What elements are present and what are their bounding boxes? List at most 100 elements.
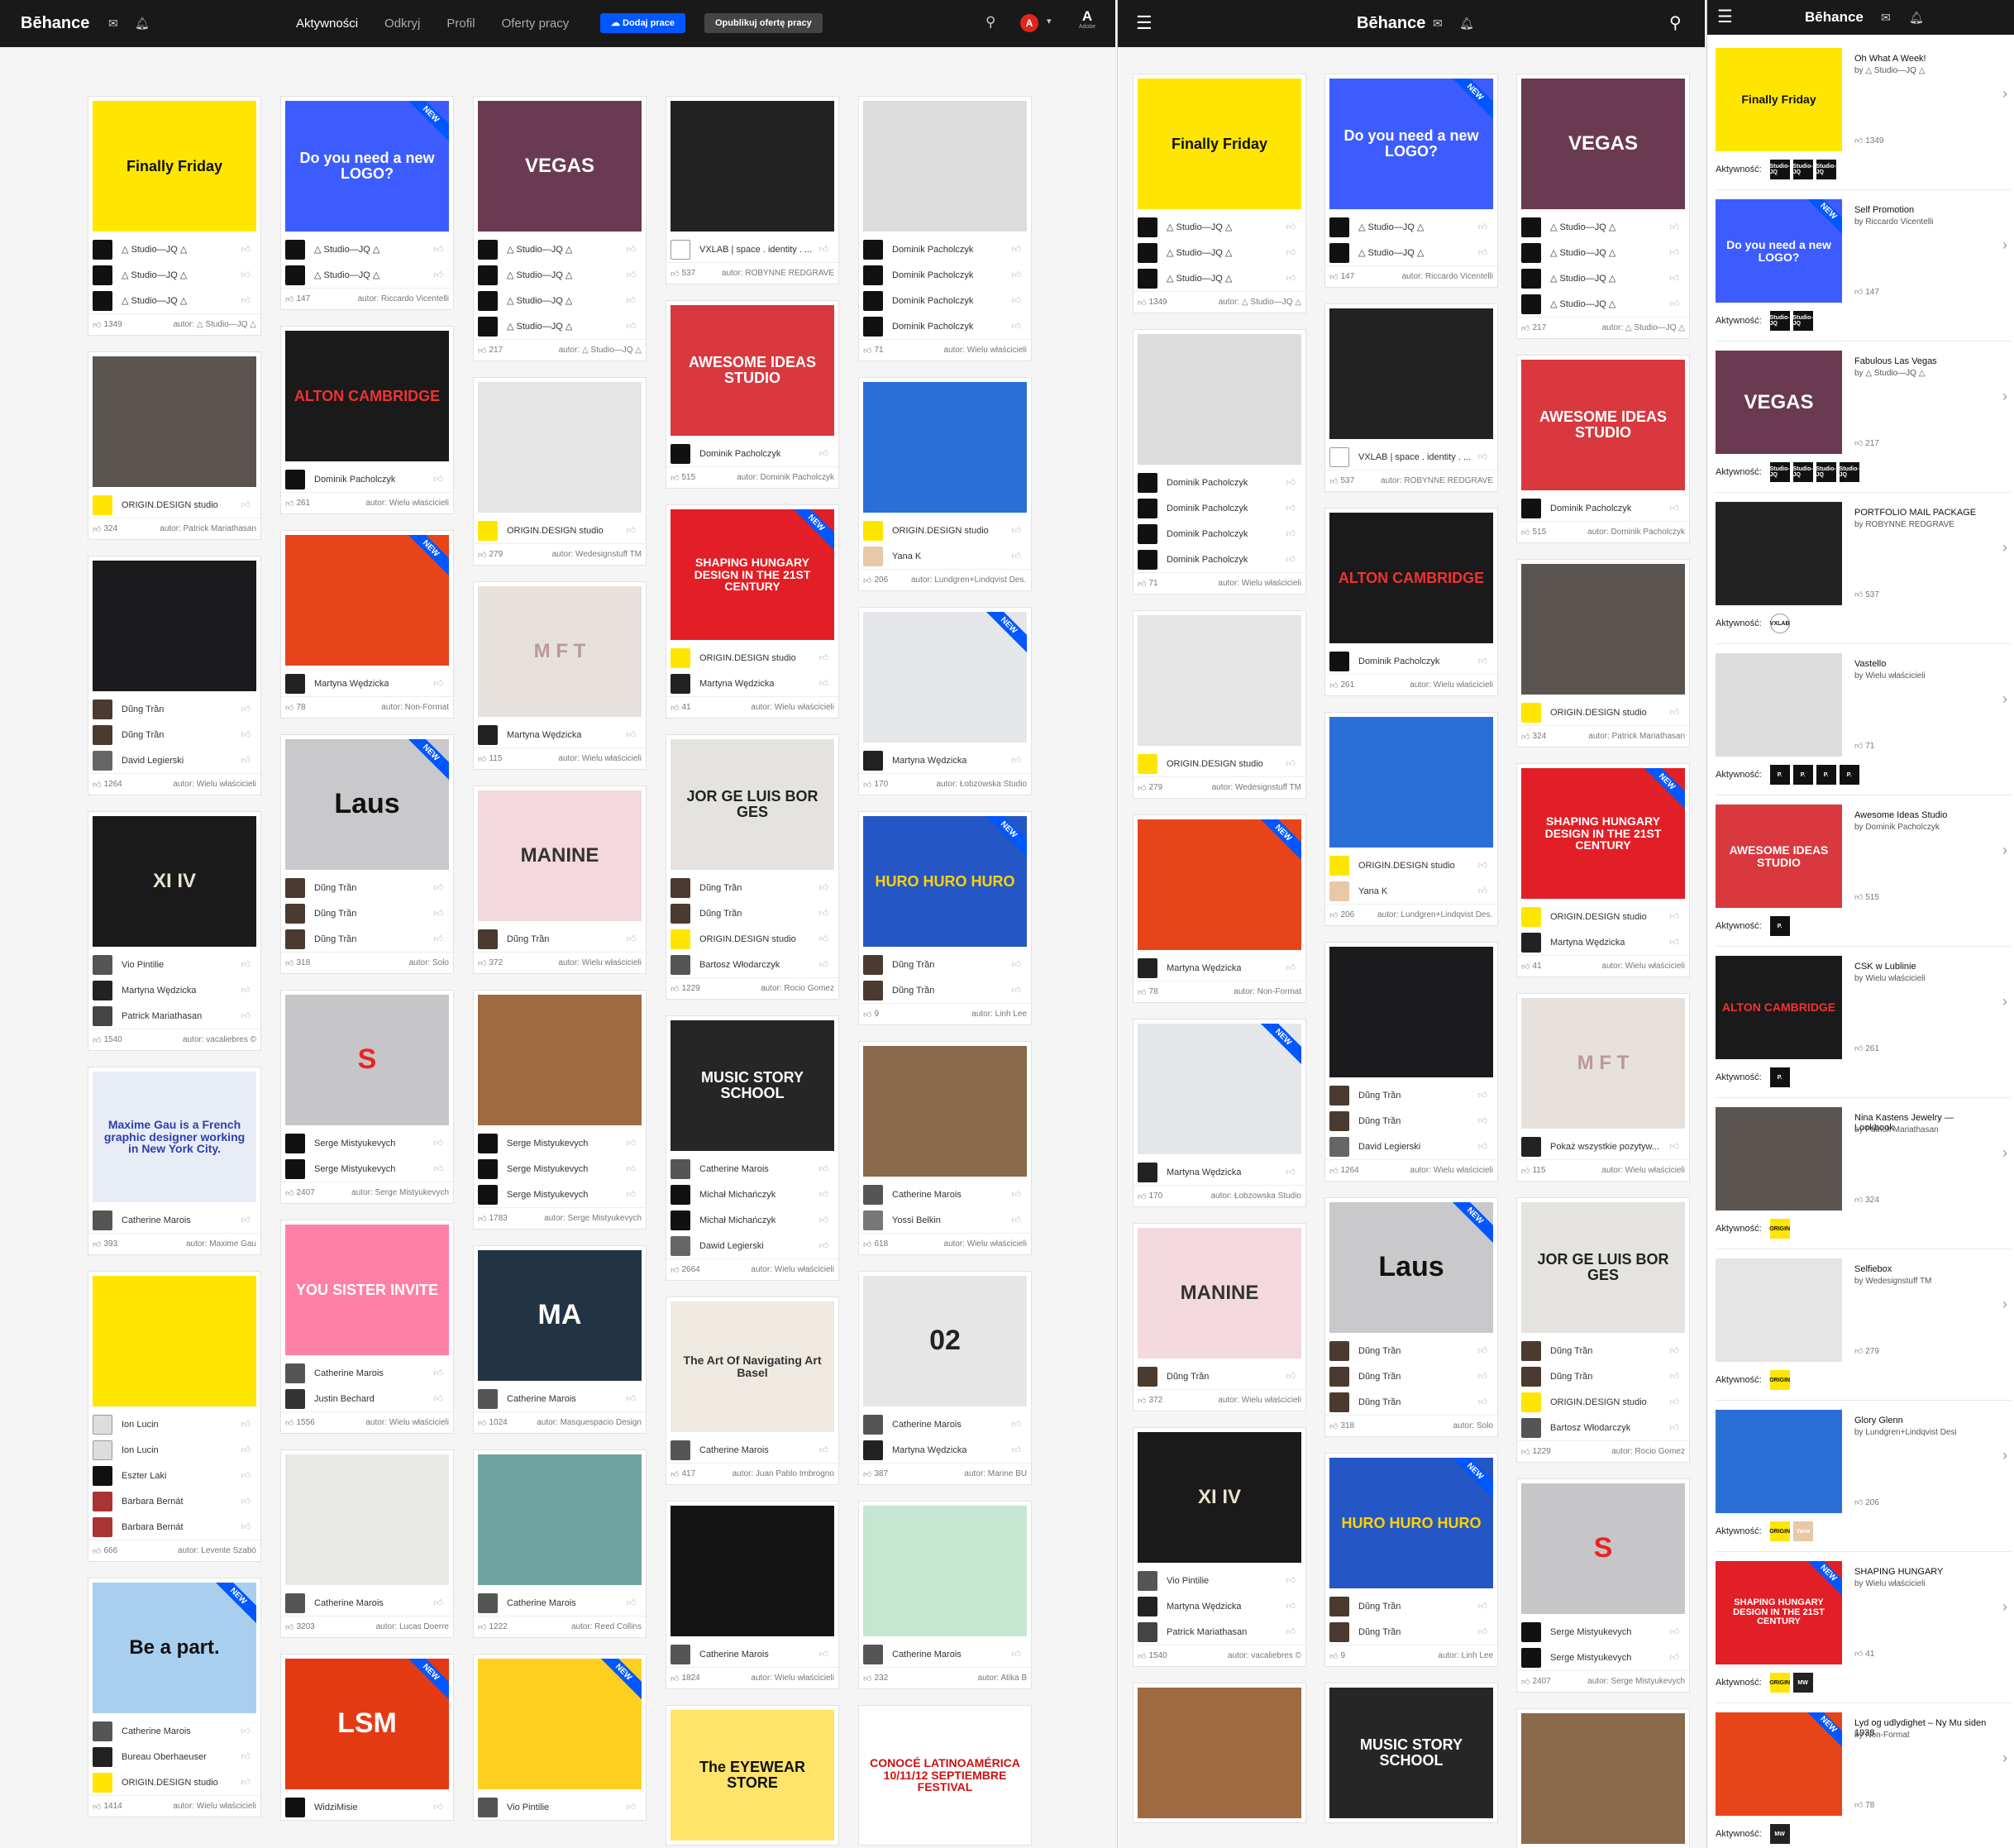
project-cover[interactable]: YOU SISTER INVITE xyxy=(285,1225,449,1355)
avatar[interactable] xyxy=(478,1158,498,1179)
owner-name[interactable]: Serge Mistyukevych xyxy=(507,1164,588,1174)
owner-row[interactable]: Justin Bechard 👍︎ xyxy=(281,1386,453,1411)
avatar[interactable] xyxy=(1329,651,1349,671)
owner-name[interactable]: ORIGIN.DESIGN studio xyxy=(1358,861,1455,871)
avatar[interactable] xyxy=(285,1133,305,1153)
behance-logo[interactable]: Bēhance xyxy=(21,14,89,33)
avatar[interactable] xyxy=(863,1644,883,1664)
nav-discover[interactable]: Odkryj xyxy=(384,17,420,31)
avatar[interactable] xyxy=(285,469,305,489)
owner-name[interactable]: Martyna Wędzicka xyxy=(1550,938,1625,948)
avatar[interactable] xyxy=(93,750,112,771)
owner-name[interactable]: Barbara Bernát xyxy=(122,1522,184,1532)
avatar[interactable] xyxy=(1329,1366,1349,1387)
owner-row[interactable]: Dũng Trần 👍︎ xyxy=(859,952,1031,977)
avatar[interactable] xyxy=(863,546,883,566)
avatar[interactable]: P. xyxy=(1769,765,1790,785)
author-label[interactable]: autor: Łobzowska Studio xyxy=(1210,1191,1301,1201)
project-card[interactable]: Catherine Marois 👍︎ 👍︎ 1824 autor: Wielu wła… xyxy=(666,1501,839,1689)
owner-name[interactable]: Serge Mistyukevych xyxy=(314,1139,395,1148)
owner-name[interactable]: △ Studio—JQ △ xyxy=(122,244,187,255)
owner-name[interactable]: Vio Pintilie xyxy=(1167,1576,1209,1586)
avatar[interactable] xyxy=(1329,1136,1349,1157)
owner-name[interactable]: Catherine Marois xyxy=(892,1190,962,1200)
owner-row[interactable]: Dũng Trần 👍︎ xyxy=(859,977,1031,1003)
avatar[interactable] xyxy=(1521,702,1541,723)
owner-row[interactable]: Serge Mistyukevych 👍︎ xyxy=(281,1156,453,1182)
project-cover[interactable]: M F T xyxy=(1521,998,1685,1129)
project-card[interactable]: M F T Pokaż wszystkie pozytyw... 👍︎ 👍︎ 115 au… xyxy=(1516,993,1690,1182)
owner-row[interactable]: △ Studio—JQ △ 👍︎ xyxy=(1325,240,1497,265)
owner-name[interactable]: Catherine Marois xyxy=(699,1164,769,1174)
project-card[interactable]: JOR GE LUIS BOR GES Dũng Trần 👍︎ Dũng Trần 👍… xyxy=(1516,1197,1690,1463)
avatar[interactable] xyxy=(671,1440,690,1460)
author-label[interactable]: autor: Wielu właścicieli xyxy=(751,1674,834,1683)
project-thumbnail[interactable] xyxy=(1716,1410,1842,1513)
owner-row[interactable]: Catherine Marois 👍︎ xyxy=(474,1386,646,1411)
behance-logo[interactable]: Bēhance xyxy=(1357,14,1425,33)
avatar[interactable] xyxy=(863,1440,883,1460)
owner-name[interactable]: △ Studio—JQ △ xyxy=(507,270,572,280)
owner-row[interactable]: Dũng Trần 👍︎ xyxy=(666,875,838,900)
owner-name[interactable]: △ Studio—JQ △ xyxy=(1550,298,1615,309)
project-cover[interactable]: NEW xyxy=(285,535,449,666)
project-title[interactable]: CSK w Lublinie xyxy=(1854,962,1995,972)
avatar[interactable] xyxy=(1521,1340,1541,1361)
owner-name[interactable]: Dominik Pacholczyk xyxy=(1167,478,1248,488)
owner-name[interactable]: ORIGIN.DESIGN studio xyxy=(122,1778,218,1788)
activity-item[interactable]: SHAPING HUNGARY DESIGN IN THE 21ST CENTU… xyxy=(1716,1561,2011,1703)
project-cover[interactable]: AWESOME IDEAS STUDIO xyxy=(671,305,834,436)
author-label[interactable]: autor: vacaliebres © xyxy=(183,1035,256,1044)
owner-row[interactable]: Dũng Trần 👍︎ xyxy=(1133,1363,1305,1389)
owner-row[interactable]: Michał Michańczyk 👍︎ xyxy=(666,1182,838,1207)
owner-name[interactable]: Dũng Trần xyxy=(1550,1372,1592,1382)
avatar[interactable] xyxy=(863,1414,883,1435)
activity-item[interactable]: Finally Friday Oh What A Week! by △ Studio… xyxy=(1716,48,2011,190)
owner-name[interactable]: Martyna Wędzicka xyxy=(1167,963,1241,973)
project-author[interactable]: by Wielu właścicieli xyxy=(1854,973,1995,984)
owner-row[interactable]: Dominik Pacholczyk 👍︎ xyxy=(859,262,1031,288)
chevron-right-icon[interactable]: › xyxy=(2002,1598,2007,1616)
project-author[interactable]: by Non-Format xyxy=(1854,1730,1995,1741)
avatar[interactable] xyxy=(1138,472,1157,493)
owner-name[interactable]: Catherine Marois xyxy=(314,1368,384,1378)
avatar[interactable] xyxy=(285,1388,305,1409)
avatar[interactable] xyxy=(1521,242,1541,263)
owner-name[interactable]: Dawid Legierski xyxy=(699,1241,764,1251)
avatar[interactable] xyxy=(285,903,305,924)
project-cover[interactable]: 02 xyxy=(863,1276,1027,1406)
owner-row[interactable]: Catherine Marois 👍︎ xyxy=(88,1207,260,1233)
activity-item[interactable]: NEW Lyd og udlydighet – Ny Mu siden 1938 b… xyxy=(1716,1712,2011,1848)
author-label[interactable]: autor: Wedesignstuff TM xyxy=(552,550,642,559)
author-label[interactable]: autor: Serge Mistyukevych xyxy=(351,1188,449,1197)
avatar[interactable]: ORIGIN xyxy=(1769,1521,1790,1541)
owner-row[interactable]: Martyna Wędzicka 👍︎ xyxy=(281,671,453,696)
owner-row[interactable]: Dũng Trần 👍︎ xyxy=(1517,1363,1689,1389)
chevron-right-icon[interactable]: › xyxy=(2002,388,2007,405)
avatar[interactable] xyxy=(863,954,883,975)
author-label[interactable]: autor: Wielu właścicieli xyxy=(173,780,256,789)
avatar[interactable] xyxy=(478,239,498,260)
project-card[interactable]: SHAPING HUNGARY DESIGN IN THE 21ST CENTU… xyxy=(666,504,839,719)
owner-row[interactable]: Martyna Wędzicka 👍︎ xyxy=(1133,1159,1305,1185)
avatar[interactable] xyxy=(1138,1596,1157,1616)
project-cover[interactable] xyxy=(478,995,642,1125)
project-title[interactable]: Vastello xyxy=(1854,659,1995,669)
author-label[interactable]: autor: Serge Mistyukevych xyxy=(1587,1677,1685,1686)
author-label[interactable]: autor: Wielu właścicieli xyxy=(751,703,834,712)
owner-row[interactable]: △ Studio—JQ △ 👍︎ xyxy=(88,262,260,288)
project-thumbnail[interactable]: Do you need a new LOGO? NEW xyxy=(1716,199,1842,303)
owner-name[interactable]: Catherine Marois xyxy=(314,1598,384,1608)
avatar[interactable] xyxy=(1138,1570,1157,1591)
project-cover[interactable]: M F T xyxy=(478,586,642,717)
author-label[interactable]: autor: Wielu właścicieli xyxy=(943,346,1027,355)
owner-row[interactable]: Dũng Trần 👍︎ xyxy=(1325,1593,1497,1619)
author-label[interactable]: autor: Wielu właścicieli xyxy=(751,1265,834,1274)
project-card[interactable]: NEW Martyna Wędzicka 👍︎ 👍︎ 170 autor: Łobzows… xyxy=(1133,1019,1306,1207)
avatar[interactable] xyxy=(478,265,498,285)
owner-name[interactable]: Vio Pintilie xyxy=(122,960,164,970)
author-label[interactable]: autor: vacaliebres © xyxy=(1228,1651,1301,1660)
author-label[interactable]: autor: Wielu właścicieli xyxy=(1410,1166,1493,1175)
activity-item[interactable]: Do you need a new LOGO? NEW Self Promotion… xyxy=(1716,199,2011,341)
author-label[interactable]: autor: Patrick Mariathasan xyxy=(160,524,256,533)
